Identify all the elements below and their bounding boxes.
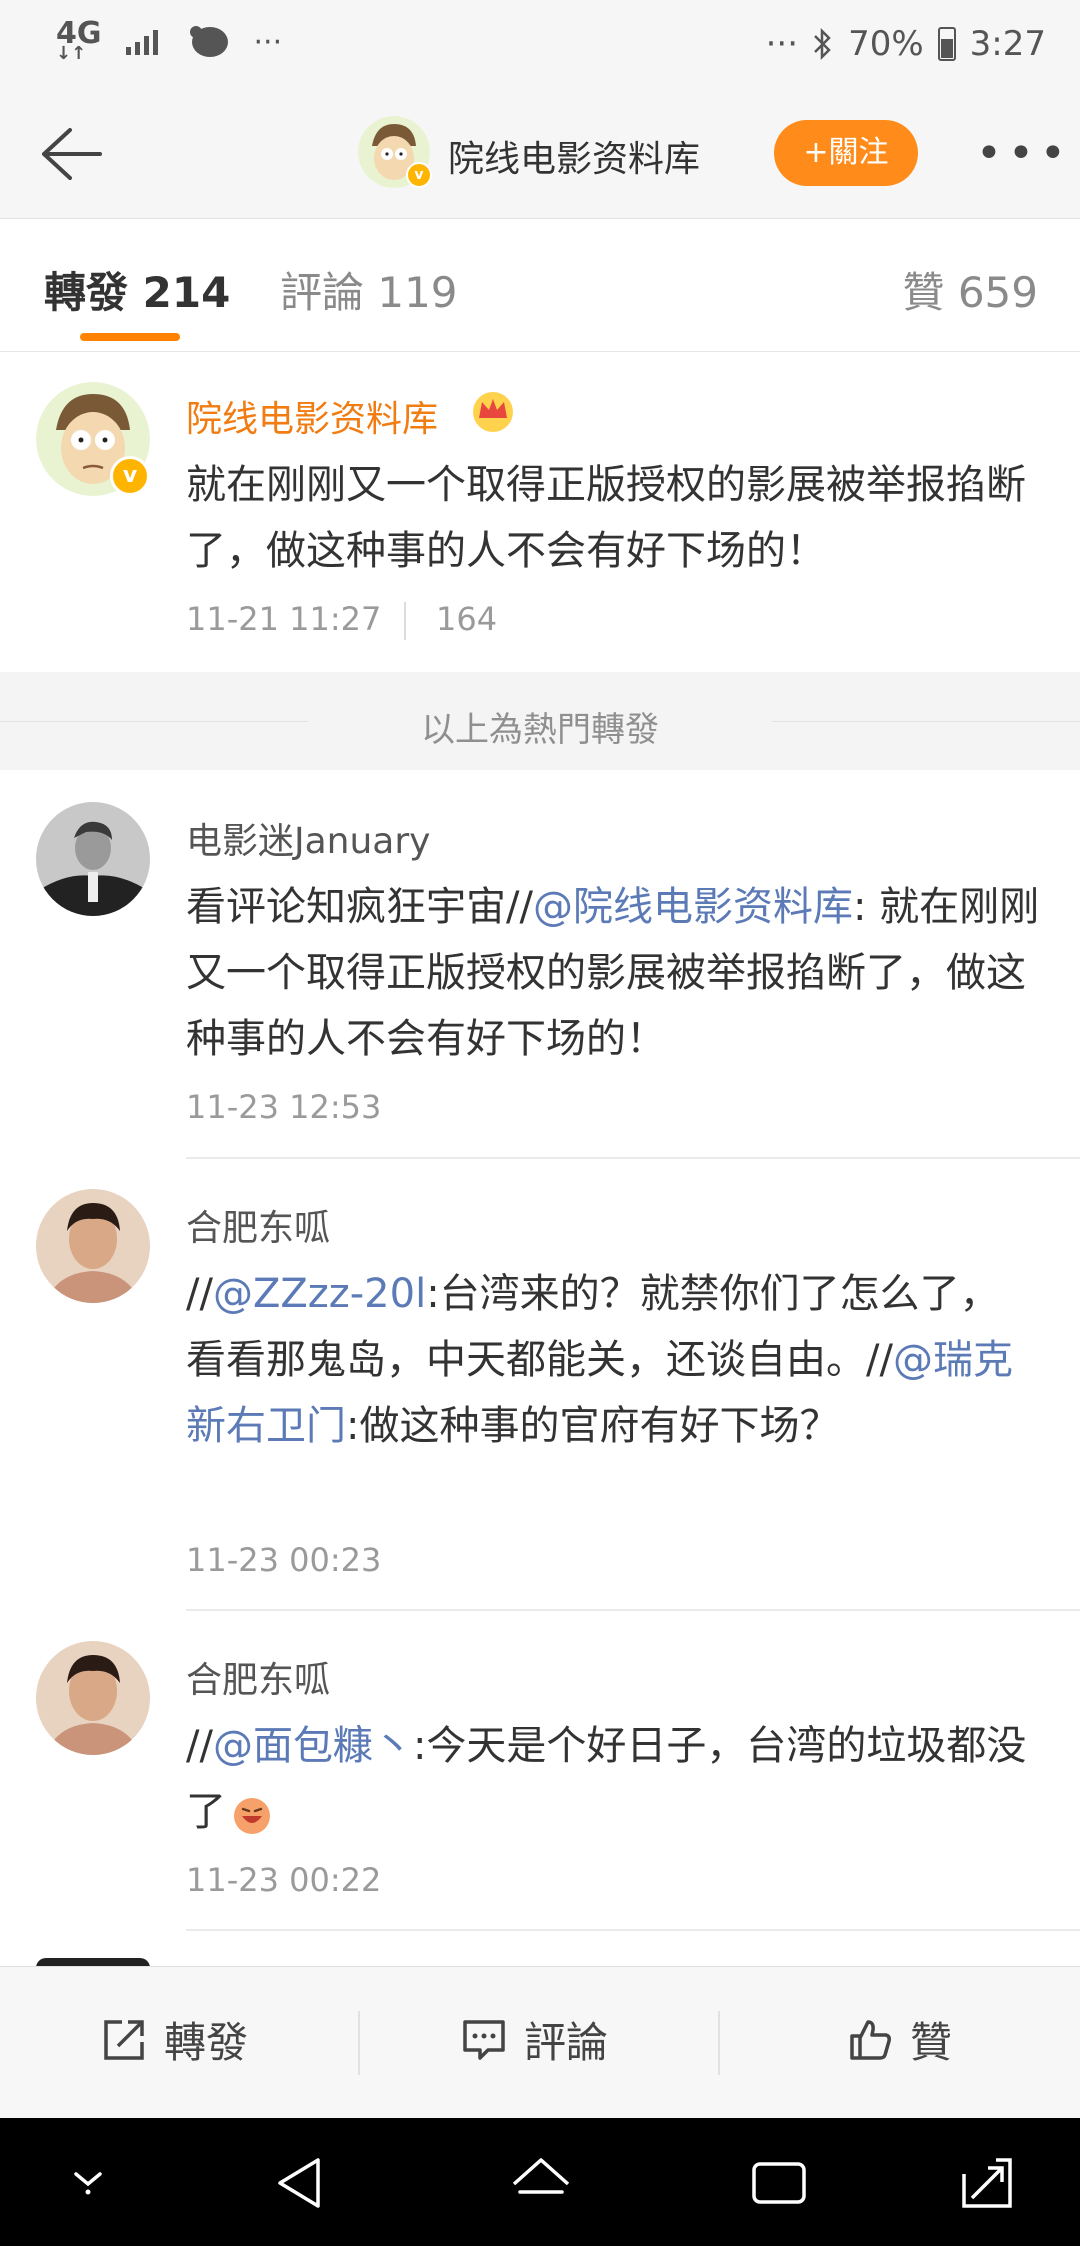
back-triangle-icon[interactable] bbox=[266, 2148, 336, 2218]
thumbs-up-icon bbox=[850, 2019, 891, 2060]
status-more: ··· bbox=[765, 24, 799, 64]
more-options-icon[interactable]: ••• bbox=[976, 128, 1072, 179]
bluetooth-icon bbox=[814, 27, 831, 61]
notification-more: ··· bbox=[253, 24, 283, 60]
crown-badge-icon bbox=[473, 392, 513, 432]
repost-item[interactable]: 合肥东呱 //@面包糠丶:今天是个好日子，台湾的垃圾都没了 11-23 00:2… bbox=[0, 1611, 1080, 1929]
post-time: 11-21 11:27 bbox=[186, 600, 382, 638]
separator-label: 以上為熱門轉發 bbox=[421, 710, 659, 750]
item-divider bbox=[186, 1929, 1080, 1931]
fullscreen-icon[interactable] bbox=[952, 2148, 1022, 2218]
network-indicator: 4G ↓↑ bbox=[56, 16, 102, 64]
home-icon[interactable] bbox=[506, 2148, 576, 2218]
tab-comment[interactable]: 評論 119 bbox=[280, 259, 458, 320]
verified-badge-icon: v bbox=[110, 456, 150, 496]
like-button[interactable]: 贊 bbox=[846, 2009, 952, 2070]
verified-badge-icon: v bbox=[406, 162, 432, 188]
mention-link[interactable]: @面包糠丶 bbox=[213, 1723, 413, 1769]
mention-link[interactable]: @院线电影资料库 bbox=[533, 884, 853, 930]
repost-button[interactable]: 轉發 bbox=[100, 2009, 248, 2070]
avatar[interactable] bbox=[36, 802, 150, 916]
author-name[interactable]: 合肥东呱 bbox=[186, 1651, 330, 1703]
clock: 3:27 bbox=[969, 24, 1046, 64]
battery-icon bbox=[937, 27, 956, 61]
avatar[interactable] bbox=[36, 1189, 150, 1303]
tab-bar: 轉發 214 評論 119 贊 659 bbox=[0, 219, 1080, 352]
back-arrow-icon[interactable] bbox=[26, 118, 106, 190]
active-tab-indicator bbox=[80, 333, 180, 341]
recent-apps-icon[interactable] bbox=[744, 2148, 814, 2218]
laughing-emoji-icon bbox=[234, 1798, 270, 1834]
repost-item[interactable]: 电影迷January 看评论知疯狂宇宙//@院线电影资料库: 就在刚刚又一个取得… bbox=[0, 770, 1080, 1156]
author-name[interactable]: 院线电影资料库 bbox=[186, 390, 438, 442]
bottom-action-bar: 轉發 評論 贊 bbox=[0, 1966, 1080, 2119]
repost-text: 看评论知疯狂宇宙//@院线电影资料库: 就在刚刚又一个取得正版授权的影展被举报掐… bbox=[186, 884, 1040, 1062]
author-name[interactable]: 合肥东呱 bbox=[186, 1199, 330, 1251]
comment-button[interactable]: 評論 bbox=[460, 2009, 608, 2070]
top-header: v 院线电影资料库 +關注 ••• bbox=[0, 90, 1080, 219]
share-icon bbox=[104, 2019, 144, 2060]
comment-icon bbox=[463, 2019, 505, 2060]
tab-like[interactable]: 贊 659 bbox=[902, 259, 1038, 320]
repost-time: 11-23 00:22 bbox=[186, 1861, 382, 1899]
like-count[interactable]: 164 bbox=[436, 600, 497, 638]
repost-text: //@面包糠丶:今天是个好日子，台湾的垃圾都没了 bbox=[186, 1723, 1027, 1835]
page-title: 院线电影资料库 bbox=[448, 139, 701, 180]
action-separator bbox=[718, 2011, 720, 2075]
post-text: 就在刚刚又一个取得正版授权的影展被举报掐断了，做这种事的人不会有好下场的！ bbox=[186, 462, 1026, 574]
system-nav-bar bbox=[0, 2118, 1080, 2246]
repost-time: 11-23 00:23 bbox=[186, 1541, 382, 1579]
repost-item[interactable]: 合肥东呱 //@ZZzz-20l:台湾来的？就禁你们了怎么了，看看那鬼岛，中天都… bbox=[0, 1159, 1080, 1609]
hot-repost-item[interactable]: v 院线电影资料库 就在刚刚又一个取得正版授权的影展被举报掐断了，做这种事的人不… bbox=[0, 352, 1080, 672]
avatar[interactable] bbox=[36, 1641, 150, 1755]
signal-icon bbox=[125, 30, 158, 55]
follow-button[interactable]: +關注 bbox=[774, 120, 918, 186]
repost-text: //@ZZzz-20l:台湾来的？就禁你们了怎么了，看看那鬼岛，中天都能关，还谈… bbox=[186, 1271, 1013, 1449]
meta-divider bbox=[404, 602, 406, 640]
repost-time: 11-23 12:53 bbox=[186, 1088, 382, 1126]
hot-repost-separator: 以上為熱門轉發 bbox=[0, 672, 1080, 770]
tab-repost[interactable]: 轉發 214 bbox=[44, 259, 230, 320]
action-separator bbox=[358, 2011, 360, 2075]
hide-keyboard-icon[interactable] bbox=[58, 2148, 118, 2208]
author-name[interactable]: 电影迷January bbox=[186, 812, 430, 864]
mention-link[interactable]: @ZZzz-20l bbox=[213, 1271, 426, 1317]
battery-percent: 70% bbox=[848, 24, 924, 64]
status-bar: 4G ↓↑ ··· ··· 70% 3:27 bbox=[0, 0, 1080, 90]
app-notification-icon bbox=[189, 26, 228, 57]
